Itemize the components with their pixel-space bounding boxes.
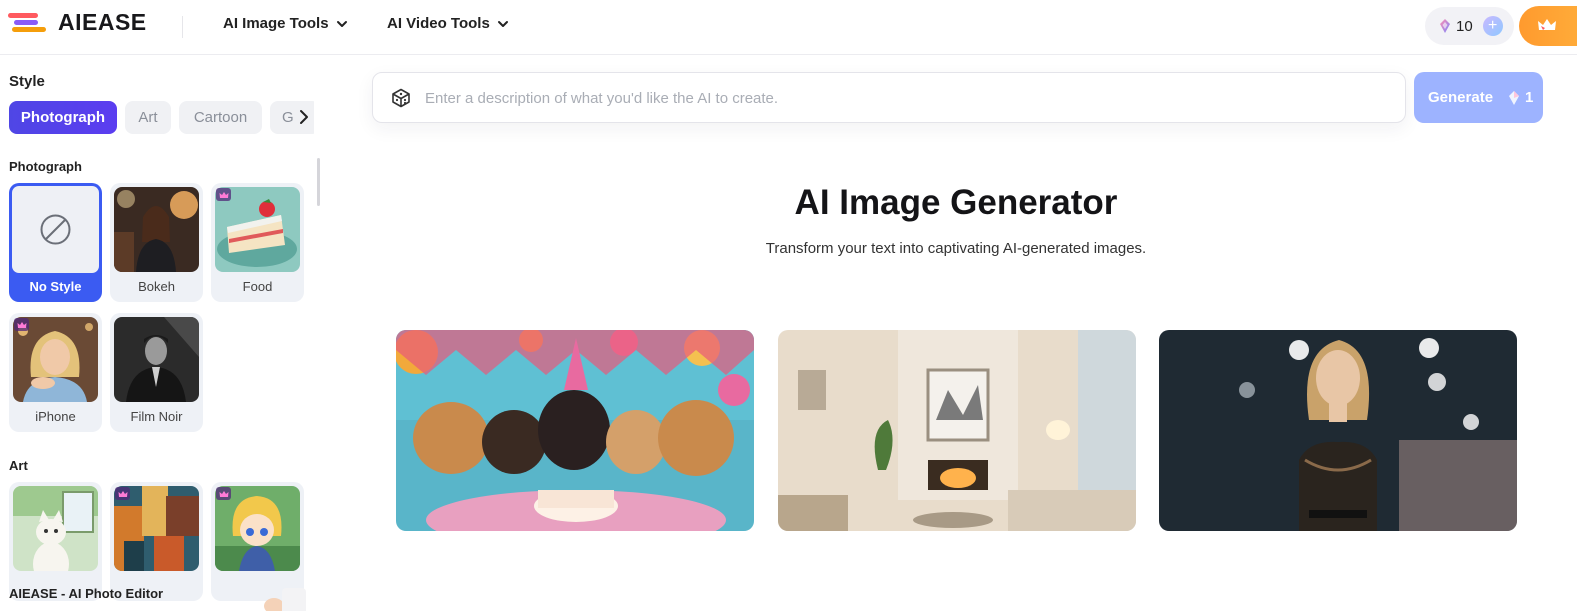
style-card-label: Food: [242, 279, 273, 294]
nav-ai-video-tools[interactable]: AI Video Tools: [387, 15, 510, 32]
film-noir-thumb: [114, 317, 199, 402]
chevron-right-icon[interactable]: [293, 107, 313, 127]
style-card-label: iPhone: [35, 409, 76, 424]
chevron-down-icon: [497, 20, 508, 27]
page-title: AI Image Generator: [794, 183, 1118, 222]
chevron-down-icon: [336, 20, 347, 27]
style-card-art-abstract[interactable]: [110, 482, 203, 601]
style-card-film-noir[interactable]: Film Noir: [110, 313, 203, 432]
dice-icon[interactable]: [391, 88, 411, 108]
generate-button[interactable]: Generate 1: [1414, 72, 1543, 123]
gem-icon: [1440, 19, 1450, 33]
premium-crown-icon: [216, 487, 231, 500]
app-name: AIEASE: [58, 9, 147, 35]
credits-count: 10: [1456, 17, 1473, 35]
logo-mark-icon: [8, 10, 50, 36]
top-bar: AIEASE AI Image Tools AI Video Tools 10 …: [0, 0, 1577, 55]
style-card-label: No Style: [29, 279, 82, 294]
art-cat-thumb: [13, 486, 98, 571]
photograph-group-label: Photograph: [9, 159, 82, 174]
style-tabs: Photograph Art Cartoon G: [9, 101, 314, 134]
generate-cost: 1: [1525, 89, 1534, 106]
style-card-art-cat[interactable]: [9, 482, 102, 601]
nav-ai-video-tools-label: AI Video Tools: [387, 15, 490, 32]
art-group-label: Art: [9, 458, 28, 473]
crown-icon: [1538, 19, 1556, 30]
page-subtitle: Transform your text into captivating AI-…: [765, 240, 1147, 257]
add-credits-icon[interactable]: +: [1482, 16, 1503, 36]
style-card-label: Film Noir: [130, 409, 183, 424]
example-image-fashion[interactable]: [1159, 330, 1517, 531]
style-section-title: Style: [9, 73, 45, 90]
nav-ai-image-tools[interactable]: AI Image Tools: [223, 15, 349, 32]
tab-cartoon[interactable]: Cartoon: [179, 101, 262, 134]
tab-photograph[interactable]: Photograph: [9, 101, 117, 134]
generate-label: Generate: [1428, 89, 1494, 106]
prompt-input[interactable]: [425, 85, 1385, 111]
credits-badge[interactable]: 10 +: [1425, 7, 1514, 45]
example-image-living-room[interactable]: [778, 330, 1136, 531]
style-sidebar: Style Photograph Art Cartoon G Photograp…: [0, 56, 322, 611]
style-card-label: Bokeh: [138, 279, 175, 294]
upgrade-button[interactable]: [1519, 6, 1577, 46]
premium-crown-icon: [14, 318, 29, 331]
nav-ai-image-tools-label: AI Image Tools: [223, 15, 329, 32]
style-card-iphone[interactable]: iPhone: [9, 313, 102, 432]
decorative-hand-icon: [264, 588, 306, 611]
gem-icon: [1509, 90, 1520, 105]
app-footer-title: AIEASE - AI Photo Editor: [9, 586, 164, 601]
prompt-bar: [372, 72, 1406, 123]
divider: [182, 16, 183, 38]
premium-crown-icon: [115, 487, 130, 500]
example-image-dogs[interactable]: [396, 330, 754, 531]
tab-art[interactable]: Art: [125, 101, 171, 134]
app-logo[interactable]: AIEASE: [8, 9, 147, 36]
